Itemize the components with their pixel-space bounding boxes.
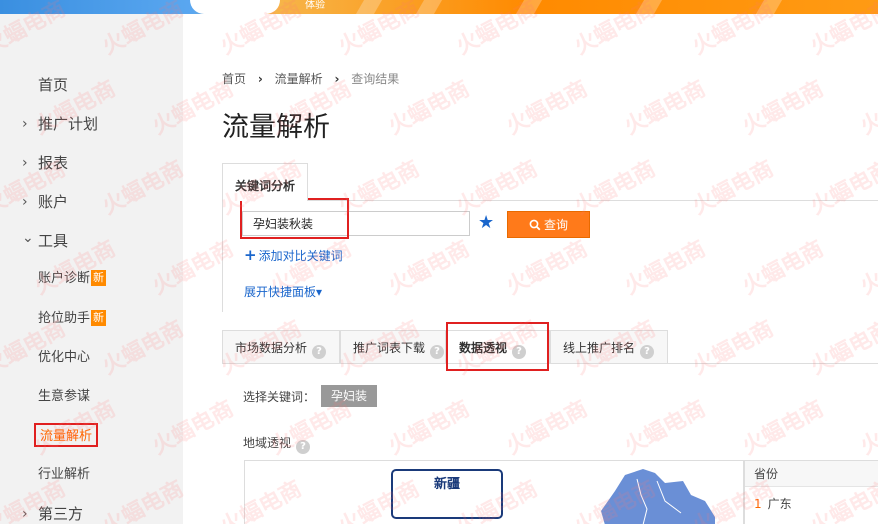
breadcrumb-current: 查询结果 [351,72,400,86]
tab-market-data[interactable]: 市场数据分析? [222,330,340,364]
chevron-right-icon: › [22,116,28,132]
sidebar-item-account-diagnosis[interactable]: 账户诊断新 [38,268,107,292]
banner-stripe [635,0,663,14]
keyword-chip[interactable]: 孕妇装 [321,385,378,407]
province-name: 广东 [767,497,792,511]
province-table-header: 省份 [745,461,878,487]
sidebar-item-label: 工具 [38,232,69,250]
breadcrumb-section[interactable]: 流量解析 [275,72,323,86]
tab-label: 推广词表下载 [353,341,426,355]
watermark-text: 火蝠电商 [856,76,878,140]
sidebar-item-label: 流量解析 [40,429,93,444]
banner-graphic [190,0,280,14]
banner-stripe [415,0,443,14]
banner-stripe [755,0,783,14]
star-icon[interactable]: ★ [478,213,494,233]
province-table: 省份 1 广东 [744,460,878,524]
watermark-text: 火蝠电商 [738,396,828,460]
breadcrumb-separator-icon: › [257,72,263,86]
sidebar-item-account[interactable]: › 账户 [0,187,183,217]
sidebar-item-label: 首页 [38,76,69,94]
watermark-text: 火蝠电商 [738,76,828,140]
watermark-text: 火蝠电商 [620,396,710,460]
chevron-right-icon: › [22,194,28,210]
watermark-text: 火蝠电商 [856,396,878,460]
sidebar-item-label: 优化中心 [38,350,91,365]
chevron-right-icon: › [22,155,28,171]
sidebar-item-industry-analysis[interactable]: 行业解析 [38,464,90,488]
sidebar-item-traffic-analysis[interactable]: 流量解析 [34,423,99,447]
divider [222,363,878,364]
help-icon[interactable]: ? [296,440,311,454]
sidebar-item-business-advisor[interactable]: 生意参谋 [38,386,90,410]
new-badge: 新 [91,310,107,326]
select-keyword-label: 选择关键词： [243,390,316,404]
breadcrumb: 首页 › 流量解析 › 查询结果 [222,70,407,87]
highlight-box-search [240,198,349,239]
sidebar-item-bid-assistant[interactable]: 抢位助手新 [38,308,107,332]
help-icon[interactable]: ? [312,345,327,359]
chevron-down-icon: ⌄ [22,230,34,246]
add-compare-label: 添加对比关键词 [258,249,343,263]
province-rank: 1 [754,497,762,511]
watermark-text: 火蝠电商 [620,76,710,140]
query-button-label: 查询 [543,218,568,232]
sidebar-item-label: 生意参谋 [38,389,91,404]
top-banner: 体验 [0,0,878,14]
expand-quick-panel-link[interactable]: 展开快捷面板▾ [244,283,322,300]
breadcrumb-separator-icon: › [334,72,340,86]
breadcrumb-home[interactable]: 首页 [222,72,246,86]
watermark-text: 火蝠电商 [688,316,778,380]
help-icon[interactable]: ? [430,345,445,359]
query-button[interactable]: 查询 [507,211,590,238]
banner-text: 体验 [305,0,325,11]
sidebar-item-label: 行业解析 [38,467,91,482]
sidebar-item-optimization[interactable]: 优化中心 [38,347,90,371]
tab-label: 线上推广排名 [563,341,636,355]
sidebar-item-label: 报表 [38,154,69,172]
tab-label: 市场数据分析 [235,341,308,355]
help-icon[interactable]: ? [640,345,655,359]
add-compare-keyword-link[interactable]: + 添加对比关键词 [244,246,343,264]
watermark-text: 火蝠电商 [806,316,878,380]
new-badge: 新 [91,270,107,286]
sidebar-item-label: 账户诊断 [38,271,91,286]
sidebar-item-label: 账户 [38,193,69,211]
search-icon [529,219,541,231]
table-row[interactable]: 1 广东 [754,495,792,512]
sidebar-item-label: 抢位助手 [38,311,91,326]
watermark-text: 火蝠电商 [502,396,592,460]
tab-keyword-analysis[interactable]: 关键词分析 [222,163,308,201]
tab-word-download[interactable]: 推广词表下载? [340,330,446,364]
sidebar-item-reports[interactable]: › 报表 [0,148,183,178]
banner-stripe [515,0,543,14]
sidebar-item-label: 推广计划 [38,115,99,133]
banner-stripe [355,0,383,14]
sidebar-item-tools[interactable]: ⌄ 工具 [0,226,183,256]
watermark-text: 火蝠电商 [384,396,474,460]
tab-online-ranking[interactable]: 线上推广排名? [550,330,668,364]
sidebar-item-third-party[interactable]: › 第三方 [0,499,183,524]
region-map[interactable]: 新疆 [244,460,744,524]
plus-icon: + [244,246,257,264]
sidebar-item-campaigns[interactable]: › 推广计划 [0,109,183,139]
watermark-text: 火蝠电商 [502,76,592,140]
page-title: 流量解析 [222,112,330,143]
sidebar-item-home[interactable]: 首页 [0,70,183,100]
chevron-right-icon: › [22,506,28,522]
highlight-box-tab [446,322,549,371]
map-tooltip: 新疆 [391,469,503,519]
sidebar-item-label: 第三方 [38,505,84,523]
geo-pivot-title: 地域透视 [243,436,292,450]
geo-pivot-label: 地域透视? [243,434,311,454]
